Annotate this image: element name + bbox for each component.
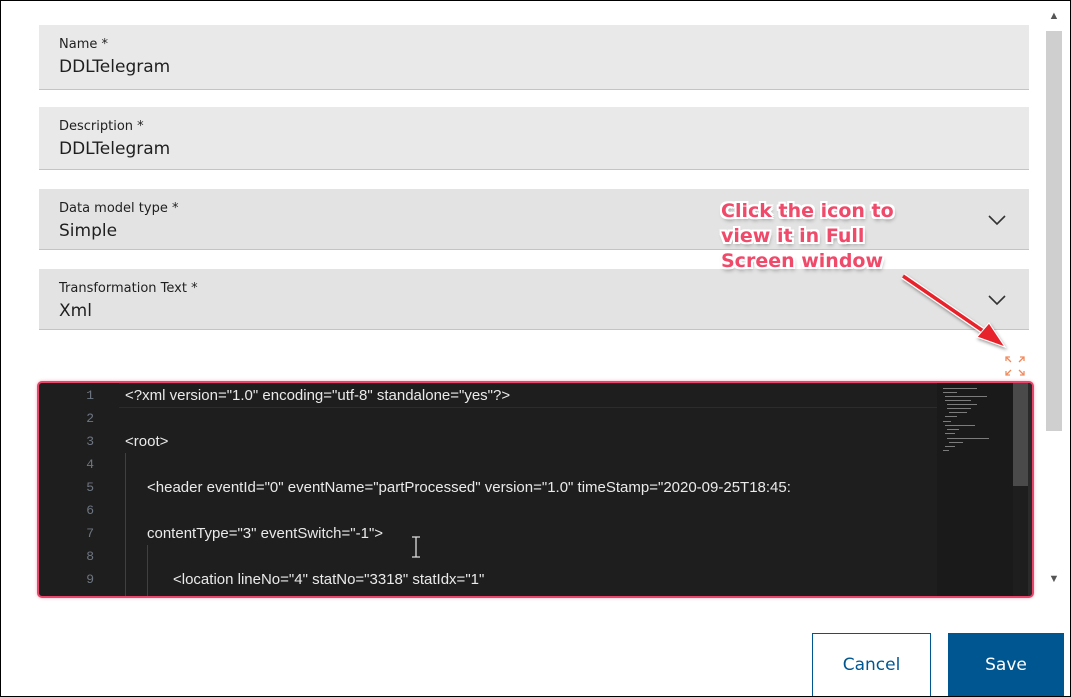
callout-annotation: Click the icon to view it in Full Screen…: [721, 199, 961, 274]
line-number: 7: [86, 526, 94, 541]
callout-line-1: Click the icon to: [721, 200, 894, 222]
transformation-text-label: Transformation Text *: [59, 281, 198, 296]
code-line: 6: [39, 499, 939, 522]
description-field[interactable]: Description * DDLTelegram: [39, 107, 1029, 170]
description-label: Description *: [59, 119, 144, 134]
description-value[interactable]: DDLTelegram: [59, 139, 170, 159]
scroll-down-arrow-icon[interactable]: ▼: [1046, 572, 1062, 586]
code-text: <header eventId="0" eventName="partProce…: [147, 479, 791, 496]
callout-line-2: view it in Full: [721, 225, 865, 247]
line-number: 1: [86, 388, 94, 403]
form-window: Name * DDLTelegram Description * DDLTele…: [0, 0, 1071, 697]
save-button[interactable]: Save: [948, 633, 1064, 696]
page-scrollbar[interactable]: ▲ ▼: [1046, 9, 1062, 589]
code-line: 2: [39, 407, 939, 430]
line-number: 4: [86, 457, 94, 472]
transformation-text-value: Xml: [59, 301, 92, 321]
chevron-down-icon[interactable]: [987, 213, 1007, 227]
line-number: 6: [86, 503, 94, 518]
line-number: 8: [86, 549, 94, 564]
code-line: 7 contentType="3" eventSwitch="-1">: [39, 522, 939, 545]
page-scrollbar-thumb[interactable]: [1046, 31, 1062, 431]
line-number: 5: [86, 480, 94, 495]
code-line: 8: [39, 545, 939, 568]
code-text: <?xml version="1.0" encoding="utf-8" sta…: [125, 387, 511, 404]
name-label: Name *: [59, 37, 108, 52]
code-line: 5 <header eventId="0" eventName="partPro…: [39, 476, 939, 499]
xml-code-editor[interactable]: 1 <?xml version="1.0" encoding="utf-8" s…: [37, 381, 1034, 598]
code-line: 4: [39, 453, 939, 476]
editor-scrollbar-thumb[interactable]: [1013, 383, 1028, 486]
cancel-button[interactable]: Cancel: [812, 633, 931, 696]
code-line: 9 <location lineNo="4" statNo="3318" sta…: [39, 568, 939, 591]
line-number: 9: [86, 572, 94, 587]
data-model-type-label: Data model type *: [59, 201, 179, 216]
line-number: 2: [86, 411, 94, 426]
expand-fullscreen-icon[interactable]: [1004, 355, 1026, 377]
code-line: 1 <?xml version="1.0" encoding="utf-8" s…: [39, 384, 939, 407]
editor-scrollbar-track[interactable]: [1028, 383, 1032, 596]
text-cursor-icon: [412, 536, 420, 558]
code-text: contentType="3" eventSwitch="-1">: [147, 525, 384, 542]
name-value[interactable]: DDLTelegram: [59, 57, 170, 77]
line-number: 3: [86, 434, 94, 449]
name-field[interactable]: Name * DDLTelegram: [39, 25, 1029, 90]
code-text: <root>: [125, 433, 169, 450]
editor-minimap[interactable]: [937, 383, 1013, 596]
code-line: 3 <root>: [39, 430, 939, 453]
scroll-up-arrow-icon[interactable]: ▲: [1046, 9, 1062, 23]
code-text: <location lineNo="4" statNo="3318" statI…: [173, 571, 485, 588]
data-model-type-value: Simple: [59, 221, 118, 241]
